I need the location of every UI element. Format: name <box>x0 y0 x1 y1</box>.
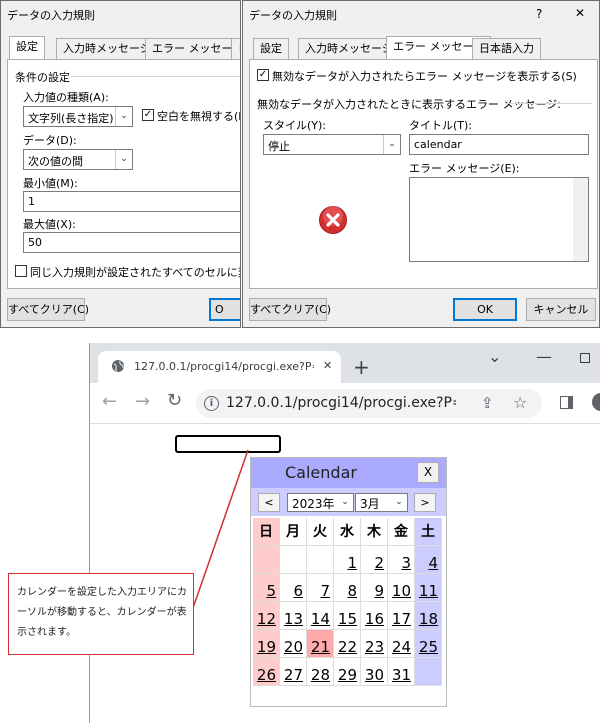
explanation-note: カレンダーを設定した入力エリアにカーソルが移動すると、カレンダーが表示されます。 <box>8 573 194 655</box>
